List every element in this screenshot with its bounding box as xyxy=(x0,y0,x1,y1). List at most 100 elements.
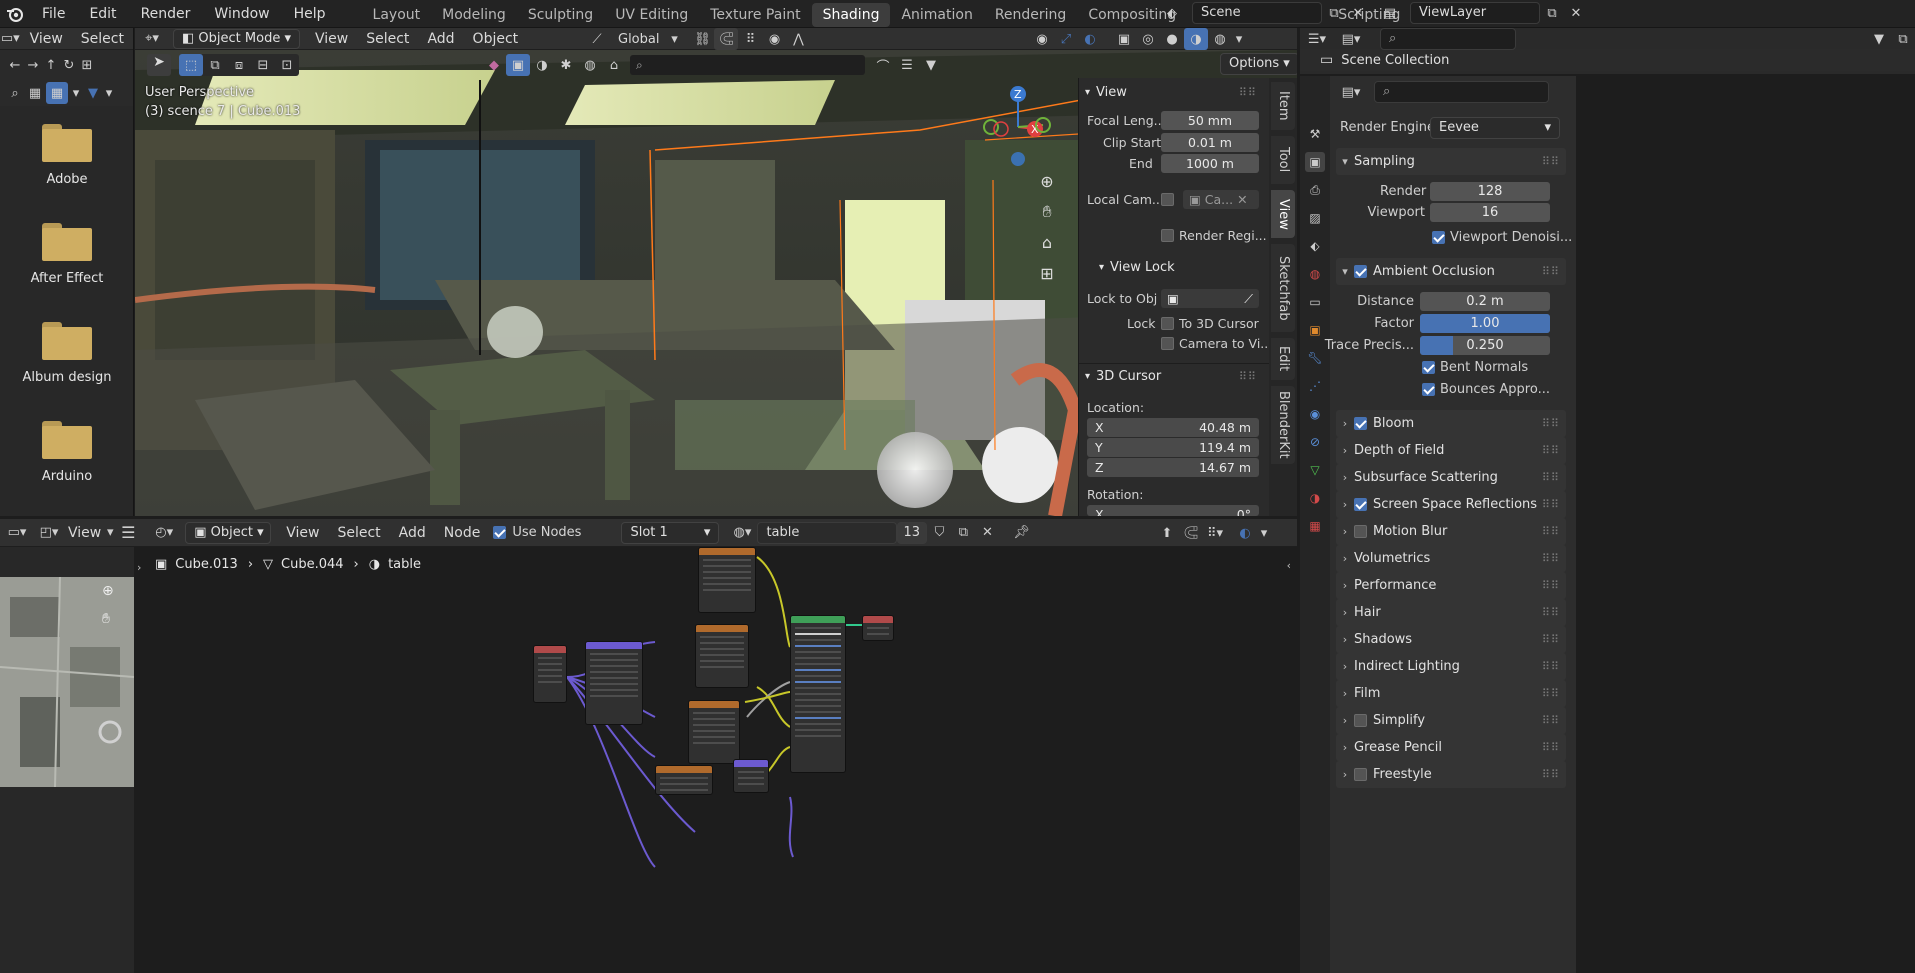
tab-uv-editing[interactable]: UV Editing xyxy=(604,3,699,27)
panel-volumetrics[interactable]: › Volumetrics ⠿⠿ xyxy=(1336,545,1566,572)
cursor-x-field[interactable]: X 40.48 m xyxy=(1087,418,1259,437)
collection-icon[interactable]: ▭ xyxy=(1305,292,1325,312)
image-editor[interactable]: ⊕ ✋︎ xyxy=(0,547,134,973)
copy-scene-icon[interactable]: ⧉ xyxy=(1322,2,1346,24)
image-texture-node-3[interactable] xyxy=(688,700,740,764)
node-editor-type-icon[interactable]: ◴▾ xyxy=(147,522,181,544)
refresh-icon[interactable]: ↻ xyxy=(60,54,78,76)
fb-view-menu[interactable]: View xyxy=(21,31,72,47)
clip-start-field[interactable]: 0.01 m xyxy=(1161,133,1259,152)
visibility-icon[interactable]: ◉ xyxy=(1030,28,1054,50)
shading-options-icon[interactable]: ▾ xyxy=(1232,28,1246,50)
pan-hand-icon[interactable]: ✋︎ xyxy=(102,611,110,627)
pivot-icon[interactable]: ⛓ xyxy=(690,28,714,50)
outliner-editor-icon[interactable]: ☰▾ xyxy=(1300,28,1334,50)
particles-icon[interactable]: ⋰ xyxy=(1305,376,1325,396)
ao-factor-slider[interactable]: 1.00 xyxy=(1420,314,1550,333)
parent-dir-icon[interactable]: ↑ xyxy=(42,54,60,76)
filter-options-icon[interactable]: ▾ xyxy=(102,82,116,104)
drag-handle-icon[interactable]: ⠿⠿ xyxy=(1542,525,1560,538)
snap-mode-icon[interactable]: ⠿▾ xyxy=(1203,522,1227,544)
local-camera-checkbox[interactable] xyxy=(1161,193,1174,206)
display-mode-icon[interactable]: ▦ xyxy=(24,82,46,104)
menu-file[interactable]: File xyxy=(30,0,77,28)
sidebar-tab-sketchfab[interactable]: Sketchfab xyxy=(1271,244,1295,332)
properties-editor-icon[interactable]: ▤▾ xyxy=(1336,81,1366,103)
tab-texture-paint[interactable]: Texture Paint xyxy=(699,3,811,27)
shading-rendered-icon[interactable]: ◍ xyxy=(1208,28,1232,50)
material-output-node[interactable] xyxy=(862,615,894,641)
ortho-grid-icon[interactable]: ⊞ xyxy=(1035,264,1059,288)
panel-screen-space-reflections[interactable]: › Screen Space Reflections ⠿⠿ xyxy=(1336,491,1566,518)
3d-cursor-header[interactable]: ▾ 3D Cursor ⠿⠿ xyxy=(1085,369,1263,384)
select-tool-icon[interactable]: ➤ xyxy=(153,54,165,70)
data-icon[interactable]: ▽ xyxy=(1305,460,1325,480)
shading-solid-icon[interactable]: ● xyxy=(1160,28,1184,50)
panel-motion-blur[interactable]: › Motion Blur ⠿⠿ xyxy=(1336,518,1566,545)
zoom-icon[interactable]: ⊕ xyxy=(102,583,114,599)
local-camera-field[interactable]: ▣ Ca... ✕ xyxy=(1183,190,1259,209)
hamburger-menu-icon[interactable]: ☰ xyxy=(115,522,141,544)
back-icon[interactable]: ← xyxy=(6,54,24,76)
drag-handle-icon[interactable]: ⠿⠿ xyxy=(1542,552,1560,565)
tab-sculpting[interactable]: Sculpting xyxy=(517,3,604,27)
viewlayer-field[interactable]: ViewLayer xyxy=(1410,2,1540,24)
panel-shadows[interactable]: › Shadows ⠿⠿ xyxy=(1336,626,1566,653)
panel-subsurface-scattering[interactable]: › Subsurface Scattering ⠿⠿ xyxy=(1336,464,1566,491)
fb-select-menu[interactable]: Select xyxy=(72,31,133,47)
use-nodes-checkbox[interactable] xyxy=(493,526,507,539)
shading-material-icon[interactable]: ◑ xyxy=(1184,28,1208,50)
viewport-menu-select[interactable]: Select xyxy=(357,31,418,47)
texture-coordinate-node[interactable] xyxy=(533,645,567,703)
tab-animation[interactable]: Animation xyxy=(890,3,983,27)
view-icon[interactable]: ⌒ xyxy=(871,54,895,76)
select-new-icon[interactable]: ⬚ xyxy=(179,54,203,76)
texture-icon[interactable]: ▦ xyxy=(1305,516,1325,536)
node-menu-view[interactable]: View xyxy=(277,525,328,541)
image-texture-node-2[interactable] xyxy=(695,624,749,688)
image-texture-node-1[interactable] xyxy=(698,547,756,613)
panel-indirect-lighting[interactable]: › Indirect Lighting ⠿⠿ xyxy=(1336,653,1566,680)
forward-icon[interactable]: → xyxy=(24,54,42,76)
render-region-checkbox[interactable] xyxy=(1161,229,1174,242)
xray-icon[interactable]: ▣ xyxy=(1112,28,1136,50)
navigation-gizmo[interactable]: Z X xyxy=(975,82,1065,182)
chevron-down-icon[interactable]: ▾ xyxy=(105,522,115,544)
drag-handle-icon[interactable]: ⠿⠿ xyxy=(1542,579,1560,592)
drag-handle-icon[interactable]: ⠿⠿ xyxy=(1542,265,1560,278)
view-layer-icon[interactable]: ▨ xyxy=(1305,208,1325,228)
drag-handle-icon[interactable]: ⠿⠿ xyxy=(1542,417,1560,430)
viewlayer-icon[interactable]: ▤ xyxy=(1378,2,1402,24)
drag-handle-icon[interactable]: ⠿⠿ xyxy=(1239,86,1257,99)
drag-handle-icon[interactable]: ⠿⠿ xyxy=(1542,768,1560,781)
drag-handle-icon[interactable]: ⠿⠿ xyxy=(1542,660,1560,673)
lock-to-obj-field[interactable]: ▣ ⟋ xyxy=(1161,289,1259,308)
sort-icon[interactable]: ▾ xyxy=(68,82,84,104)
close-scene-icon[interactable]: ✕ xyxy=(1346,2,1370,24)
focal-length-field[interactable]: 50 mm xyxy=(1161,111,1259,130)
eyedropper-icon[interactable]: ⟋ xyxy=(1244,289,1253,308)
sidebar-tab-item[interactable]: Item xyxy=(1271,82,1295,130)
bent-normals-checkbox[interactable] xyxy=(1422,361,1435,374)
node-editor[interactable]: › ▣ Cube.013 › ▽ Cube.044 › ◑ table ‹ xyxy=(135,547,1297,973)
viewport-menu-view[interactable]: View xyxy=(306,31,357,47)
list-icon[interactable]: ☰ xyxy=(895,54,919,76)
sidebar-tab-blenderkit[interactable]: BlenderKit xyxy=(1271,386,1295,464)
drag-handle-icon[interactable]: ⠿⠿ xyxy=(1542,498,1560,511)
funnel-icon[interactable]: ▼ xyxy=(919,54,943,76)
ao-trace-slider[interactable]: 0.250 xyxy=(1420,336,1550,355)
select-subtract-icon[interactable]: ⧈ xyxy=(227,54,251,76)
drag-handle-icon[interactable]: ⠿⠿ xyxy=(1542,606,1560,619)
image-view-menu[interactable]: View xyxy=(64,525,105,541)
overlay-icon[interactable]: ◐ xyxy=(1233,522,1257,544)
close-viewlayer-icon[interactable]: ✕ xyxy=(1564,2,1588,24)
material-users-count[interactable]: 13 xyxy=(897,521,928,544)
color-swatch-icon[interactable]: ◆ xyxy=(482,54,506,76)
bounces-checkbox[interactable] xyxy=(1422,383,1435,396)
render-engine-dropdown[interactable]: Eevee ▾ xyxy=(1430,117,1560,139)
transform-orientation-dropdown[interactable]: Global xyxy=(609,32,668,47)
snap-icon[interactable]: 🧲︎ xyxy=(714,28,739,50)
camera-view-icon[interactable]: ⌂ xyxy=(1035,233,1059,257)
thumbnail-mode-icon[interactable]: ▦ xyxy=(46,82,68,104)
scene-name-field[interactable]: Scene xyxy=(1192,2,1322,24)
